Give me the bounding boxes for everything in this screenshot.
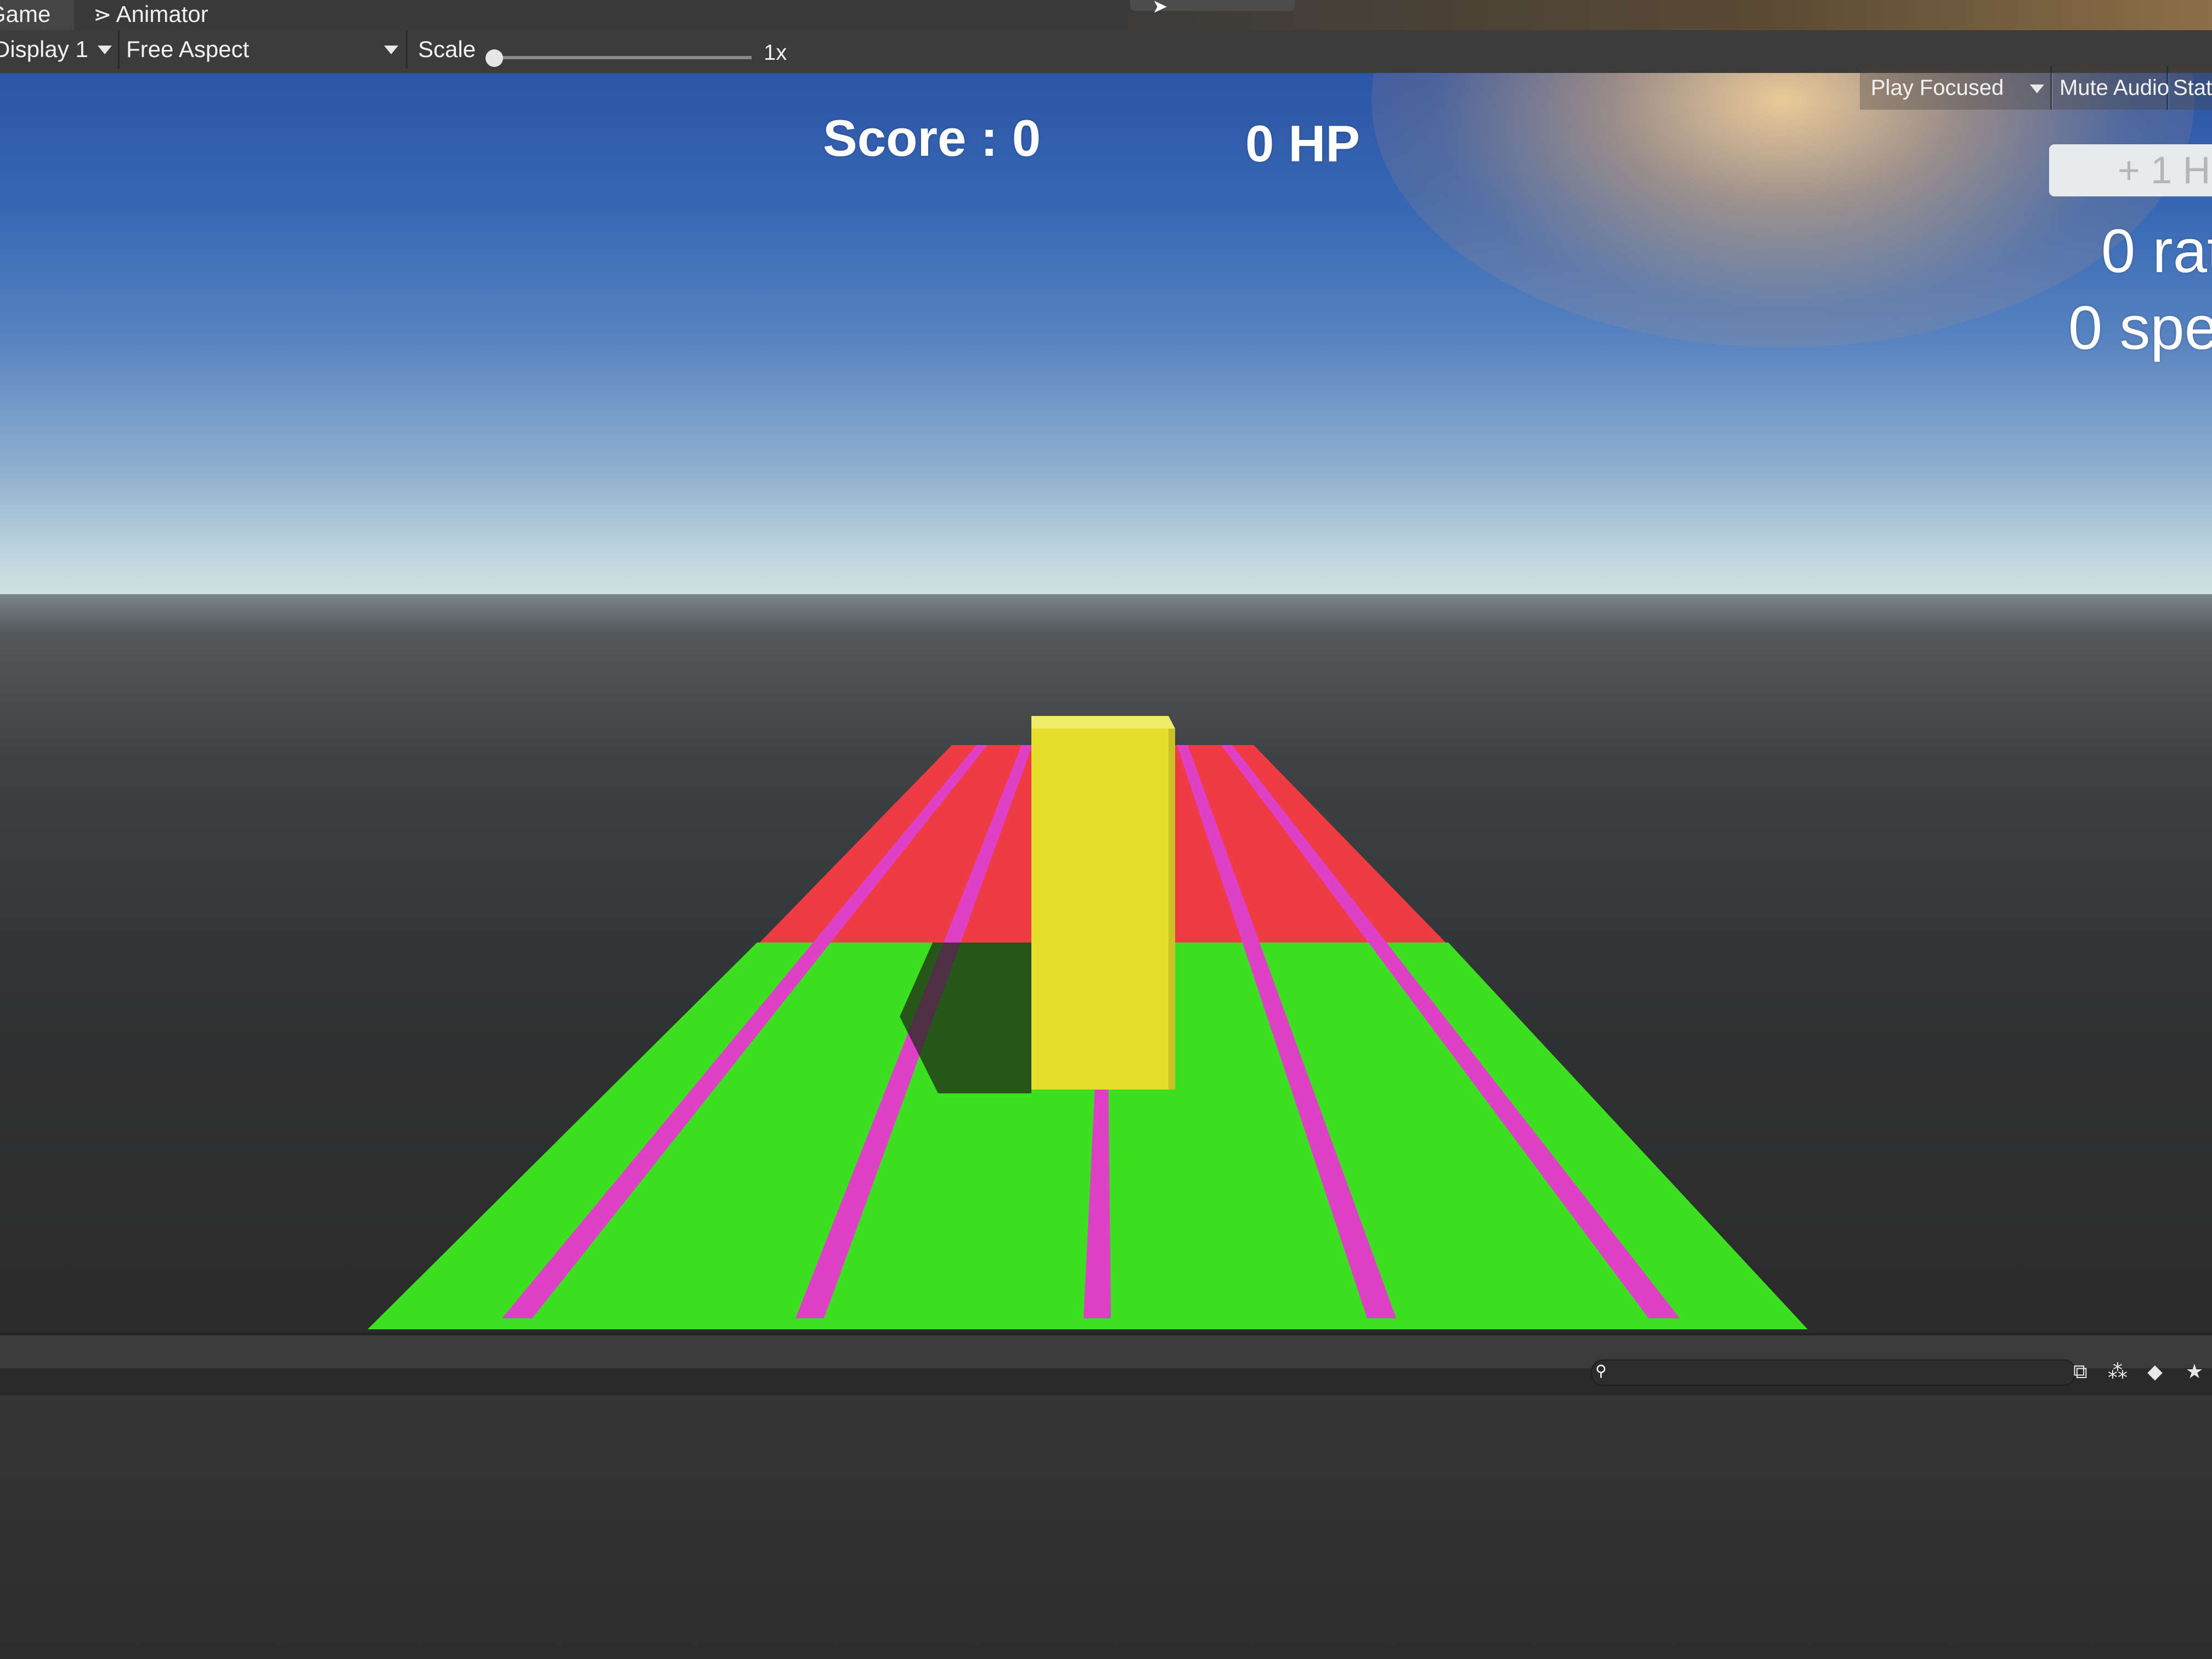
chevron-down-icon bbox=[98, 46, 112, 54]
ratio-label: 0 rate bbox=[2101, 217, 2212, 285]
tab-animator-label: Animator bbox=[116, 1, 208, 27]
yellow-block bbox=[1031, 729, 1175, 1090]
copy-icon[interactable]: ⧉ bbox=[2068, 1359, 2092, 1384]
stats-button[interactable]: Stats bbox=[2170, 66, 2212, 110]
chevron-down-icon bbox=[384, 46, 398, 54]
chevron-down-icon bbox=[2030, 84, 2044, 93]
game-scene bbox=[368, 716, 1808, 1329]
display-dropdown[interactable]: Display 1 bbox=[0, 30, 120, 69]
tab-animator[interactable]: ⋗ Animator bbox=[93, 0, 208, 30]
scale-slider-thumb[interactable] bbox=[486, 49, 503, 67]
tab-game-label: Game bbox=[0, 1, 51, 27]
add-hp-button[interactable]: + 1 HP bbox=[2049, 144, 2212, 196]
game-view[interactable]: Score : 0 0 HP + 1 HP 0 rate 0 speed bbox=[0, 73, 2212, 1343]
animator-icon: ⋗ bbox=[93, 3, 112, 27]
search-icon: ⚲ bbox=[1595, 1362, 1607, 1379]
mouse-cursor-icon: ➤ bbox=[1152, 0, 1168, 17]
filter-icon[interactable]: ⁂ bbox=[2106, 1359, 2130, 1384]
hp-label: 0 HP bbox=[1245, 115, 1360, 172]
tab-game[interactable]: Game bbox=[0, 0, 74, 30]
score-label: Score : 0 bbox=[823, 109, 1041, 167]
aspect-dropdown[interactable]: Free Aspect bbox=[126, 30, 408, 69]
display-value: Display 1 bbox=[0, 36, 88, 62]
mute-audio-button[interactable]: Mute Audio bbox=[2053, 66, 2169, 110]
scale-slider-track[interactable] bbox=[494, 56, 752, 59]
play-mode-value: Play Focused bbox=[1871, 76, 2004, 100]
editor-tab-strip: ➤ Game ⋗Animator bbox=[0, 0, 2212, 33]
yellow-block-top bbox=[1031, 716, 1175, 729]
play-mode-dropdown[interactable]: Play Focused bbox=[1860, 66, 2052, 110]
scale-label: Scale bbox=[418, 36, 476, 62]
search-input[interactable] bbox=[1591, 1359, 2076, 1386]
unity-editor-window: ➤ Game ⋗Animator Display 1 Free Aspect S… bbox=[0, 0, 2212, 1659]
panel-header bbox=[0, 1393, 2212, 1439]
project-panel bbox=[0, 1437, 2212, 1659]
yellow-block-side bbox=[1169, 729, 1175, 1090]
aspect-value: Free Aspect bbox=[126, 36, 250, 62]
tag-icon[interactable]: ◆ bbox=[2143, 1359, 2167, 1384]
star-icon[interactable]: ★ bbox=[2182, 1359, 2207, 1384]
speed-label: 0 speed bbox=[2068, 294, 2212, 362]
scale-value: 1x bbox=[764, 41, 787, 65]
